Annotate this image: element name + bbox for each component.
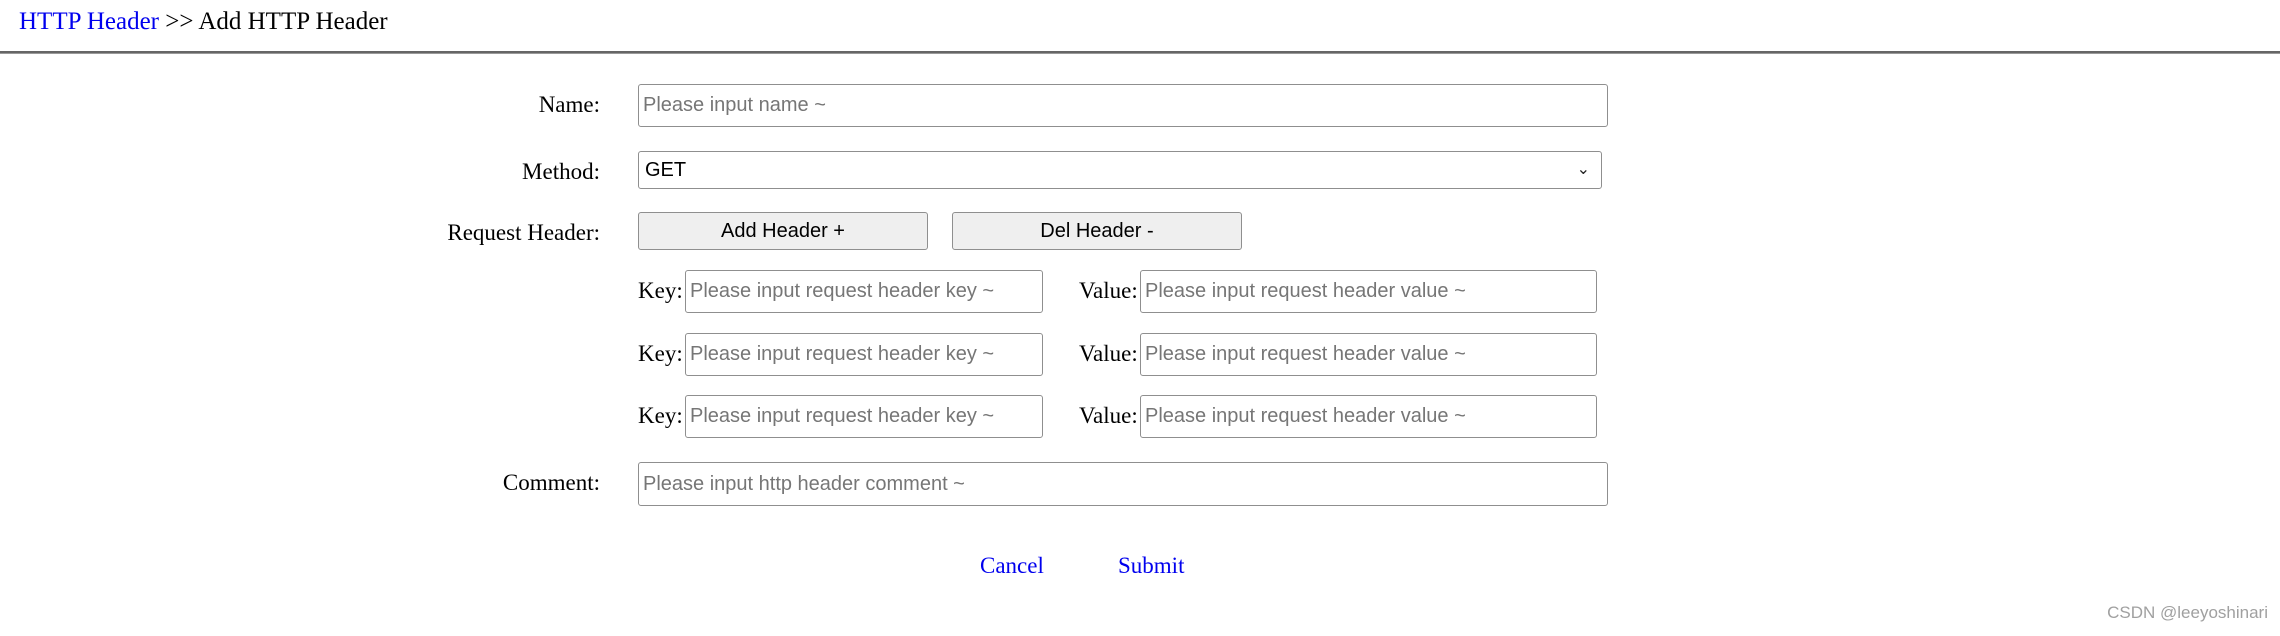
header-value-input[interactable] bbox=[1140, 270, 1597, 313]
value-label: Value: bbox=[1079, 341, 1138, 366]
method-select[interactable]: GET ⌄ bbox=[638, 151, 1602, 189]
value-label: Value: bbox=[1079, 403, 1138, 428]
value-label: Value: bbox=[1079, 278, 1138, 303]
key-label: Key: bbox=[638, 278, 683, 303]
header-key-input[interactable] bbox=[685, 333, 1043, 376]
name-label: Name: bbox=[538, 92, 600, 117]
breadcrumb: HTTP Header >> Add HTTP Header bbox=[19, 6, 388, 38]
header-key-input[interactable] bbox=[685, 395, 1043, 438]
comment-label: Comment: bbox=[502, 470, 600, 495]
add-header-button[interactable]: Add Header + bbox=[638, 212, 928, 250]
header-value-input[interactable] bbox=[1140, 333, 1597, 376]
chevron-down-icon: ⌄ bbox=[1576, 159, 1590, 178]
comment-input[interactable] bbox=[638, 462, 1608, 506]
watermark: CSDN @leeyoshinari bbox=[2107, 603, 2268, 622]
header-value-input[interactable] bbox=[1140, 395, 1597, 438]
breadcrumb-link-http-header[interactable]: HTTP Header bbox=[19, 8, 159, 35]
header-key-input[interactable] bbox=[685, 270, 1043, 313]
header-divider bbox=[0, 51, 2280, 54]
cancel-link[interactable]: Cancel bbox=[980, 553, 1044, 579]
method-dropdown[interactable]: GET bbox=[638, 151, 1602, 189]
key-label: Key: bbox=[638, 341, 683, 366]
breadcrumb-separator: >> bbox=[159, 8, 199, 35]
request-header-label: Request Header: bbox=[447, 220, 600, 245]
name-input[interactable] bbox=[638, 84, 1608, 127]
del-header-button[interactable]: Del Header - bbox=[952, 212, 1242, 250]
submit-link[interactable]: Submit bbox=[1118, 553, 1184, 579]
method-label: Method: bbox=[522, 159, 600, 184]
page-title: Add HTTP Header bbox=[198, 8, 388, 35]
key-label: Key: bbox=[638, 403, 683, 428]
